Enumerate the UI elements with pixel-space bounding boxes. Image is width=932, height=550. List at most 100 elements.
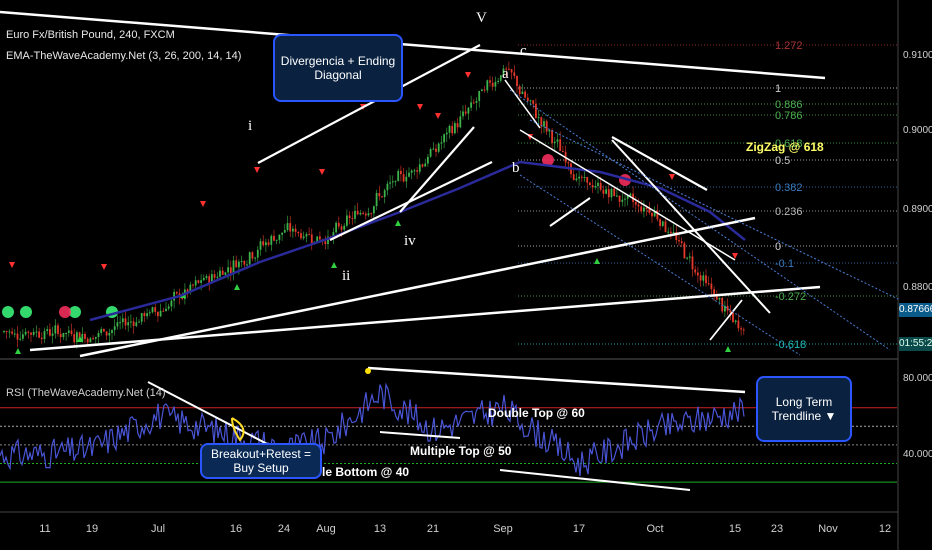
candle-body (143, 313, 146, 317)
candle-body (289, 223, 292, 232)
candle-body (483, 89, 486, 91)
candle-body (489, 80, 491, 83)
candle-body (337, 222, 340, 227)
rsi-tick-label: 40.0000 (903, 449, 932, 460)
signal-dot (2, 306, 14, 318)
candle-body (672, 232, 675, 234)
candle-body (405, 176, 408, 182)
candle-body (556, 139, 559, 142)
candle-body (167, 306, 170, 309)
candle-body (138, 321, 140, 323)
time-tick-label: Aug (316, 523, 336, 535)
candle-body (197, 280, 200, 283)
candle-body (286, 223, 289, 230)
candle-body (283, 230, 286, 233)
candle-body (607, 189, 610, 198)
candle-body (683, 243, 686, 259)
fractal-down-marker (319, 169, 325, 175)
candle-body (254, 257, 256, 259)
candle-body (362, 212, 364, 214)
trendline (611, 139, 771, 314)
candle-body (381, 196, 383, 198)
candle-body (256, 249, 259, 258)
candle-body (648, 209, 651, 213)
rsi-peak-dot (365, 368, 371, 374)
candle-body (3, 331, 5, 333)
candle-body (651, 213, 653, 217)
candle-body (57, 325, 59, 334)
candle-body (354, 210, 356, 219)
fractal-down-marker (669, 174, 675, 180)
candle-body (43, 331, 46, 340)
candle-body (19, 338, 22, 340)
candle-body (238, 261, 240, 268)
candle-body (73, 334, 76, 343)
candle-body (378, 193, 381, 197)
candle-body (248, 252, 251, 265)
fractal-down-marker (200, 201, 206, 207)
candle-body (705, 275, 707, 284)
candle-body (135, 322, 138, 326)
candle-body (726, 305, 729, 311)
candle-body (275, 239, 278, 241)
fib-level-label: 0.236 (775, 206, 803, 218)
indicator-title: EMA-TheWaveAcademy.Net (3, 26, 200, 14, … (6, 50, 242, 62)
chart-canvas[interactable]: 0.91000 0.90000 0.89000 0.88000 80.0000 40.00… (0, 0, 932, 550)
candle-body (335, 222, 337, 233)
candle-body (688, 256, 691, 258)
candle-body (634, 202, 637, 205)
rsi-trendline (499, 469, 691, 491)
candle-body (454, 123, 456, 134)
symbol-title: Euro Fx/British Pound, 240, FXCM (6, 29, 175, 41)
candle-body (202, 278, 205, 281)
wave-label-b: b (512, 160, 520, 176)
candle-body (394, 181, 397, 183)
candle-body (529, 100, 532, 102)
fib-level-label: 0 (775, 241, 781, 253)
candle-body (661, 221, 664, 226)
candle-body (389, 182, 391, 184)
candle-body (84, 334, 86, 339)
candle-body (729, 310, 732, 313)
price-tick-label: 0.88000 (903, 282, 932, 293)
candle-body (200, 280, 202, 283)
candle-body (319, 236, 321, 240)
candle-body (124, 318, 127, 326)
candle-body (121, 318, 124, 323)
rsi-title: RSI (TheWaveAcademy.Net (14) (6, 387, 166, 399)
candle-body (224, 272, 227, 275)
candle-body (699, 275, 702, 281)
time-tick-label: 24 (278, 523, 290, 535)
time-tick-label: 12 (879, 523, 891, 535)
fractal-down-marker (465, 72, 471, 78)
fib-level-label: -0.618 (775, 339, 806, 351)
candle-body (108, 333, 111, 336)
candle-body (40, 337, 43, 340)
rsi-trendline (379, 431, 461, 439)
candle-body (348, 215, 351, 218)
candle-body (413, 170, 416, 172)
candle-body (605, 189, 607, 194)
candle-body (740, 328, 742, 330)
candle-body (243, 261, 246, 265)
candle-body (30, 332, 32, 335)
candle-body (159, 310, 162, 317)
candle-body (38, 331, 40, 338)
candle-body (270, 235, 273, 245)
signal-dot (59, 306, 71, 318)
candle-body (13, 333, 16, 335)
candle-body (543, 121, 545, 127)
candle-body (11, 331, 13, 334)
fractal-down-marker (101, 264, 107, 270)
candle-body (76, 332, 78, 343)
candle-body (116, 322, 119, 327)
candle-body (165, 308, 167, 312)
candle-body (92, 338, 94, 340)
wave-label-c: c (520, 43, 527, 59)
candle-body (621, 199, 624, 202)
channel-line (529, 119, 901, 301)
time-tick-label: 17 (573, 523, 585, 535)
candle-body (346, 215, 348, 226)
candle-body (140, 313, 143, 322)
candle-body (742, 329, 745, 331)
